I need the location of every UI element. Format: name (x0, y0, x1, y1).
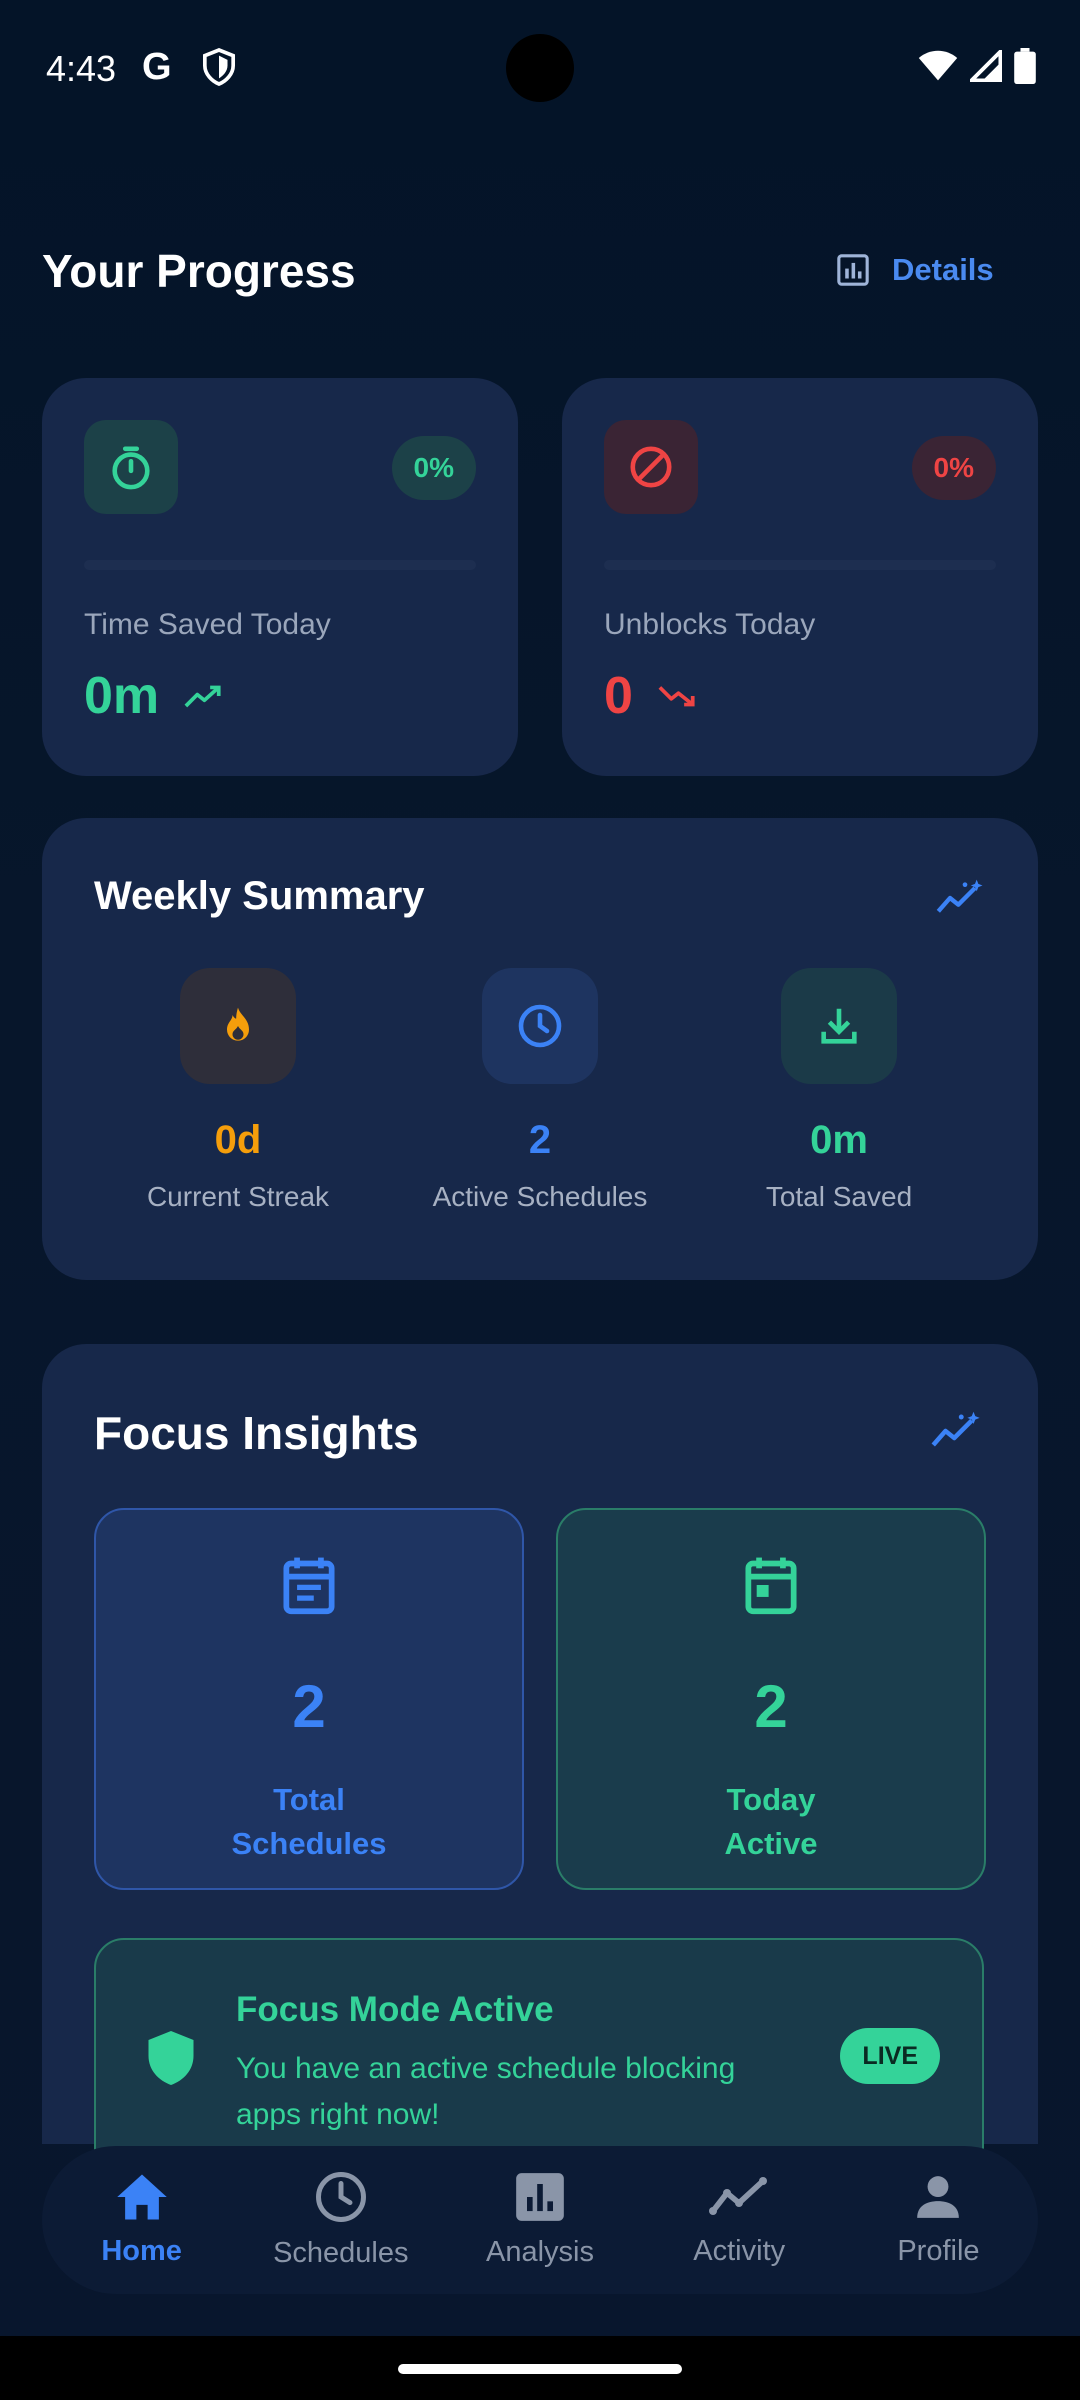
focus-insights-title: Focus Insights (94, 1407, 419, 1459)
today-active-label-line2: Active (724, 1826, 818, 1861)
today-active-tile[interactable]: 2 Today Active (556, 1508, 986, 1890)
fire-icon (180, 968, 296, 1084)
unblocks-label: Unblocks Today (604, 608, 816, 641)
google-icon: G (142, 46, 172, 88)
cell-signal-icon (966, 46, 1003, 87)
live-badge: LIVE (840, 2028, 940, 2084)
details-label: Details (892, 252, 994, 287)
nav-activity[interactable]: Activity (640, 2146, 839, 2294)
total-schedules-label-line2: Schedules (231, 1826, 387, 1861)
nav-schedules[interactable]: Schedules (241, 2146, 440, 2294)
trending-up-icon (183, 682, 223, 710)
focus-mode-description: You have an active schedule blocking app… (236, 2052, 736, 2131)
today-active-value: 2 (754, 1673, 788, 1740)
focus-insights-card: Focus Insights 2 Total Schedules 2 Today… (42, 1344, 1038, 2188)
shield-status-icon (202, 48, 236, 91)
block-icon (604, 420, 698, 514)
time-saved-card[interactable]: 0% Time Saved Today 0m (42, 378, 518, 776)
bar-chart-icon (514, 2171, 566, 2228)
time-saved-label: Time Saved Today (84, 608, 331, 641)
time-saved-value-row: 0m (84, 666, 223, 726)
trending-down-icon (657, 682, 697, 710)
weekly-summary-title: Weekly Summary (94, 874, 425, 918)
total-schedules-tile[interactable]: 2 Total Schedules (94, 1508, 524, 1890)
today-active-label: Today Active (558, 1778, 984, 1866)
status-bar: 4:43 G (0, 0, 1080, 140)
time-saved-value: 0m (84, 667, 160, 725)
current-streak-stat: 0d Current Streak (93, 968, 383, 1213)
current-streak-label: Current Streak (146, 1181, 330, 1212)
sparkle-chart-icon (934, 878, 986, 923)
time-saved-percent: 0% (391, 436, 476, 500)
nav-home[interactable]: Home (42, 2146, 241, 2294)
person-icon (913, 2172, 963, 2227)
active-schedules-label: Active Schedules (432, 1181, 648, 1212)
analytics-icon (836, 253, 870, 287)
sparkle-chart-icon (928, 1410, 984, 1457)
nav-analysis[interactable]: Analysis (440, 2146, 639, 2294)
nav-home-label: Home (101, 2235, 182, 2267)
total-saved-label: Total Saved (765, 1181, 913, 1212)
schedule-list-icon (279, 1554, 339, 1621)
unblocks-percent: 0% (911, 436, 996, 500)
total-saved-value: 0m (810, 1118, 868, 1162)
battery-icon (1014, 48, 1036, 89)
status-time: 4:43 (46, 48, 117, 89)
clock-icon (314, 2170, 368, 2229)
nav-schedules-label: Schedules (273, 2237, 409, 2269)
activity-line-icon (709, 2172, 769, 2227)
timer-icon (84, 420, 178, 514)
wifi-icon (918, 50, 958, 87)
nav-analysis-label: Analysis (486, 2236, 594, 2268)
unblocks-value: 0 (604, 667, 633, 725)
active-schedules-stat: 2 Active Schedules (395, 968, 685, 1213)
clock-icon (482, 968, 598, 1084)
today-active-label-line1: Today (726, 1782, 816, 1817)
total-schedules-label-line1: Total (273, 1782, 345, 1817)
unblocks-value-row: 0 (604, 666, 697, 726)
details-button[interactable]: Details (836, 252, 994, 288)
total-schedules-value: 2 (292, 1673, 326, 1740)
time-saved-progress-bar (84, 560, 476, 570)
unblocks-card[interactable]: 0% Unblocks Today 0 (562, 378, 1038, 776)
active-schedules-value: 2 (528, 1118, 552, 1162)
nav-profile-label: Profile (897, 2235, 980, 2267)
calendar-today-icon (741, 1554, 801, 1621)
home-gesture-bar[interactable] (398, 2364, 682, 2374)
total-schedules-label: Total Schedules (96, 1778, 522, 1866)
shield-icon (144, 2028, 198, 2093)
nav-activity-label: Activity (693, 2235, 786, 2267)
nav-profile[interactable]: Profile (839, 2146, 1038, 2294)
focus-mode-title: Focus Mode Active (236, 1990, 554, 2029)
current-streak-value: 0d (214, 1118, 262, 1162)
bottom-navigation: Home Schedules Analysis Activity Profile (42, 2146, 1038, 2294)
unblocks-progress-bar (604, 560, 996, 570)
download-icon (781, 968, 897, 1084)
weekly-summary-card: Weekly Summary 0d Current Streak 2 Activ… (42, 818, 1038, 1280)
total-saved-stat: 0m Total Saved (694, 968, 984, 1213)
camera-cutout (506, 34, 574, 102)
home-icon (115, 2172, 169, 2227)
page-title: Your Progress (42, 245, 356, 297)
